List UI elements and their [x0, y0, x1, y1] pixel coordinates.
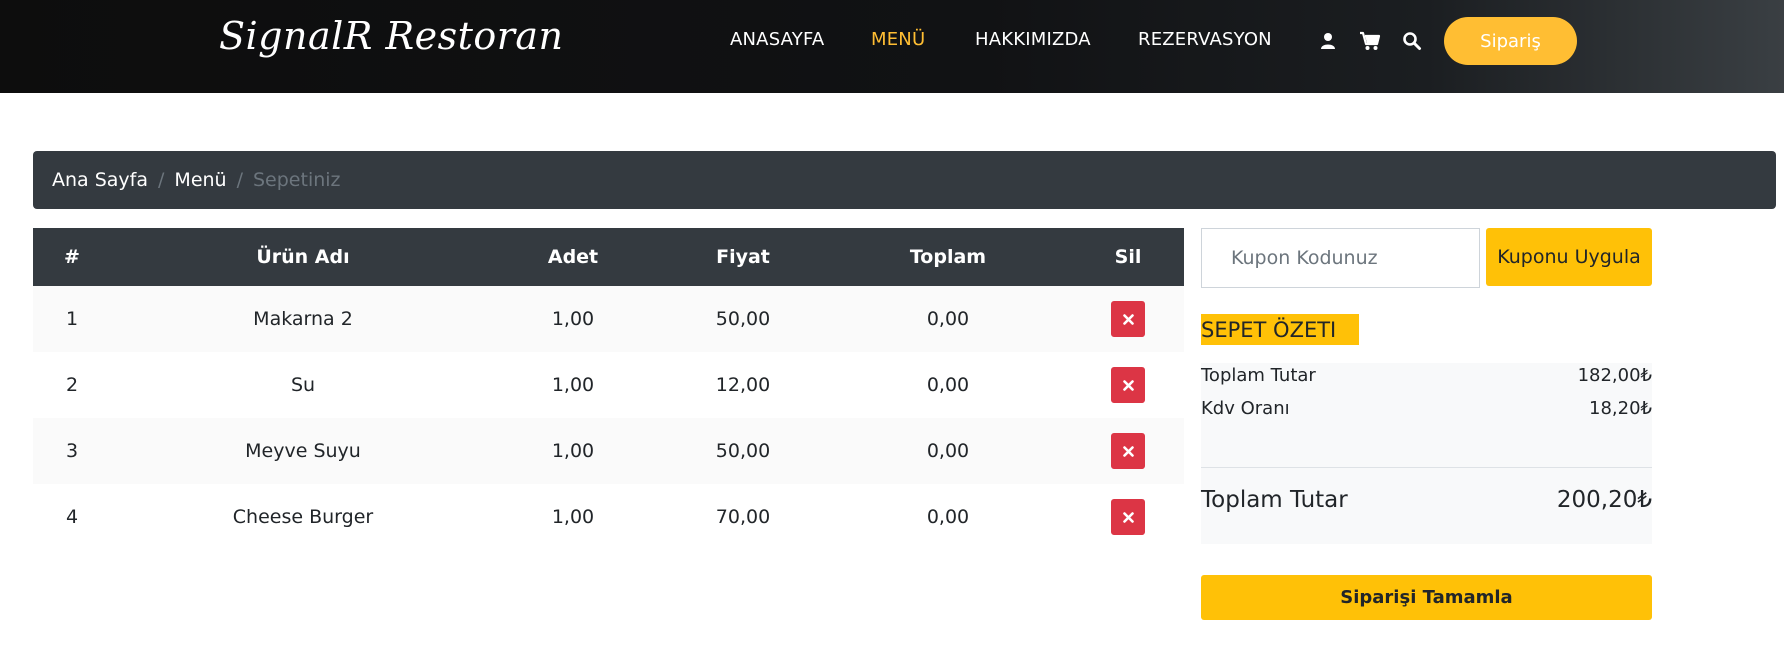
cell-price: 70,00: [715, 506, 771, 528]
cell-delete: [1093, 484, 1163, 550]
order-button[interactable]: Sipariş: [1444, 17, 1577, 65]
summary-subtotal-label: Toplam Tutar: [1201, 365, 1316, 386]
close-icon: [1122, 379, 1134, 391]
breadcrumb-current: Sepetiniz: [253, 169, 341, 191]
coupon-code-input[interactable]: [1201, 228, 1480, 288]
cell-total: 0,00: [926, 374, 970, 396]
delete-item-button[interactable]: [1111, 499, 1145, 535]
cart-table: # Ürün Adı Adet Fiyat Toplam Sil 1 Makar…: [33, 228, 1184, 550]
close-icon: [1122, 313, 1134, 325]
column-header-total: Toplam: [909, 246, 987, 268]
cell-product-name: Makarna 2: [253, 308, 353, 330]
cell-no: 1: [65, 308, 79, 330]
summary-total-value: 200,20₺: [1556, 487, 1652, 513]
cell-total: 0,00: [926, 506, 970, 528]
column-header-product: Ürün Adı: [256, 246, 350, 268]
delete-item-button[interactable]: [1111, 301, 1145, 337]
nav-link-hakkimizda[interactable]: HAKKIMIZDA: [975, 29, 1091, 50]
cell-total: 0,00: [926, 308, 970, 330]
cell-qty: 1,00: [551, 440, 595, 462]
nav-link-menu[interactable]: MENÜ: [871, 29, 925, 50]
cart-summary: Toplam Tutar 182,00₺ Kdv Oranı 18,20₺ To…: [1201, 363, 1652, 544]
cell-price: 12,00: [715, 374, 771, 396]
breadcrumb-separator: /: [158, 169, 165, 191]
breadcrumb-menu[interactable]: Menü: [174, 169, 226, 191]
complete-order-button[interactable]: Siparişi Tamamla: [1201, 575, 1652, 620]
column-header-price: Fiyat: [716, 246, 770, 268]
cell-price: 50,00: [715, 440, 771, 462]
cell-no: 4: [65, 506, 79, 528]
cell-qty: 1,00: [551, 374, 595, 396]
cell-delete: [1093, 352, 1163, 418]
breadcrumb: Ana Sayfa / Menü / Sepetiniz: [33, 151, 1776, 209]
table-row: 3 Meyve Suyu 1,00 50,00 0,00: [33, 418, 1184, 484]
cart-summary-title: SEPET ÖZETI: [1201, 314, 1359, 345]
cell-product-name: Su: [290, 374, 316, 396]
nav-link-anasayfa[interactable]: ANASAYFA: [730, 29, 824, 50]
summary-tax-value: 18,20₺: [1589, 398, 1652, 419]
summary-tax-label: Kdv Oranı: [1201, 398, 1290, 419]
table-body: 1 Makarna 2 1,00 50,00 0,00 2 Su 1,00 12…: [33, 286, 1184, 550]
close-icon: [1122, 445, 1134, 457]
cart-icon[interactable]: [1359, 31, 1381, 51]
table-row: 4 Cheese Burger 1,00 70,00 0,00: [33, 484, 1184, 550]
close-icon: [1122, 511, 1134, 523]
summary-subtotal-value: 182,00₺: [1577, 365, 1652, 386]
delete-item-button[interactable]: [1111, 433, 1145, 469]
apply-coupon-button[interactable]: Kuponu Uygula: [1486, 228, 1652, 286]
column-header-no: #: [64, 246, 80, 268]
breadcrumb-home[interactable]: Ana Sayfa: [52, 169, 148, 191]
cell-product-name: Cheese Burger: [232, 506, 374, 528]
cell-product-name: Meyve Suyu: [245, 440, 361, 462]
brand-logo[interactable]: SignalR Restoran: [219, 14, 564, 58]
breadcrumb-separator: /: [236, 169, 243, 191]
delete-item-button[interactable]: [1111, 367, 1145, 403]
cell-delete: [1093, 286, 1163, 352]
table-row: 1 Makarna 2 1,00 50,00 0,00: [33, 286, 1184, 352]
cell-price: 50,00: [715, 308, 771, 330]
table-row: 2 Su 1,00 12,00 0,00: [33, 352, 1184, 418]
search-icon[interactable]: [1402, 31, 1422, 51]
site-header: SignalR Restoran ANASAYFA MENÜ HAKKIMIZD…: [0, 0, 1784, 93]
summary-total-label: Toplam Tutar: [1201, 487, 1348, 513]
cell-no: 3: [65, 440, 79, 462]
summary-divider: [1201, 467, 1652, 468]
cell-no: 2: [65, 374, 79, 396]
user-icon[interactable]: [1318, 31, 1338, 51]
nav-link-rezervasyon[interactable]: REZERVASYON: [1138, 29, 1272, 50]
cell-qty: 1,00: [551, 506, 595, 528]
cell-delete: [1093, 418, 1163, 484]
cell-total: 0,00: [926, 440, 970, 462]
column-header-qty: Adet: [547, 246, 599, 268]
cell-qty: 1,00: [551, 308, 595, 330]
table-header: # Ürün Adı Adet Fiyat Toplam Sil: [33, 228, 1184, 286]
column-header-delete: Sil: [1114, 246, 1142, 268]
